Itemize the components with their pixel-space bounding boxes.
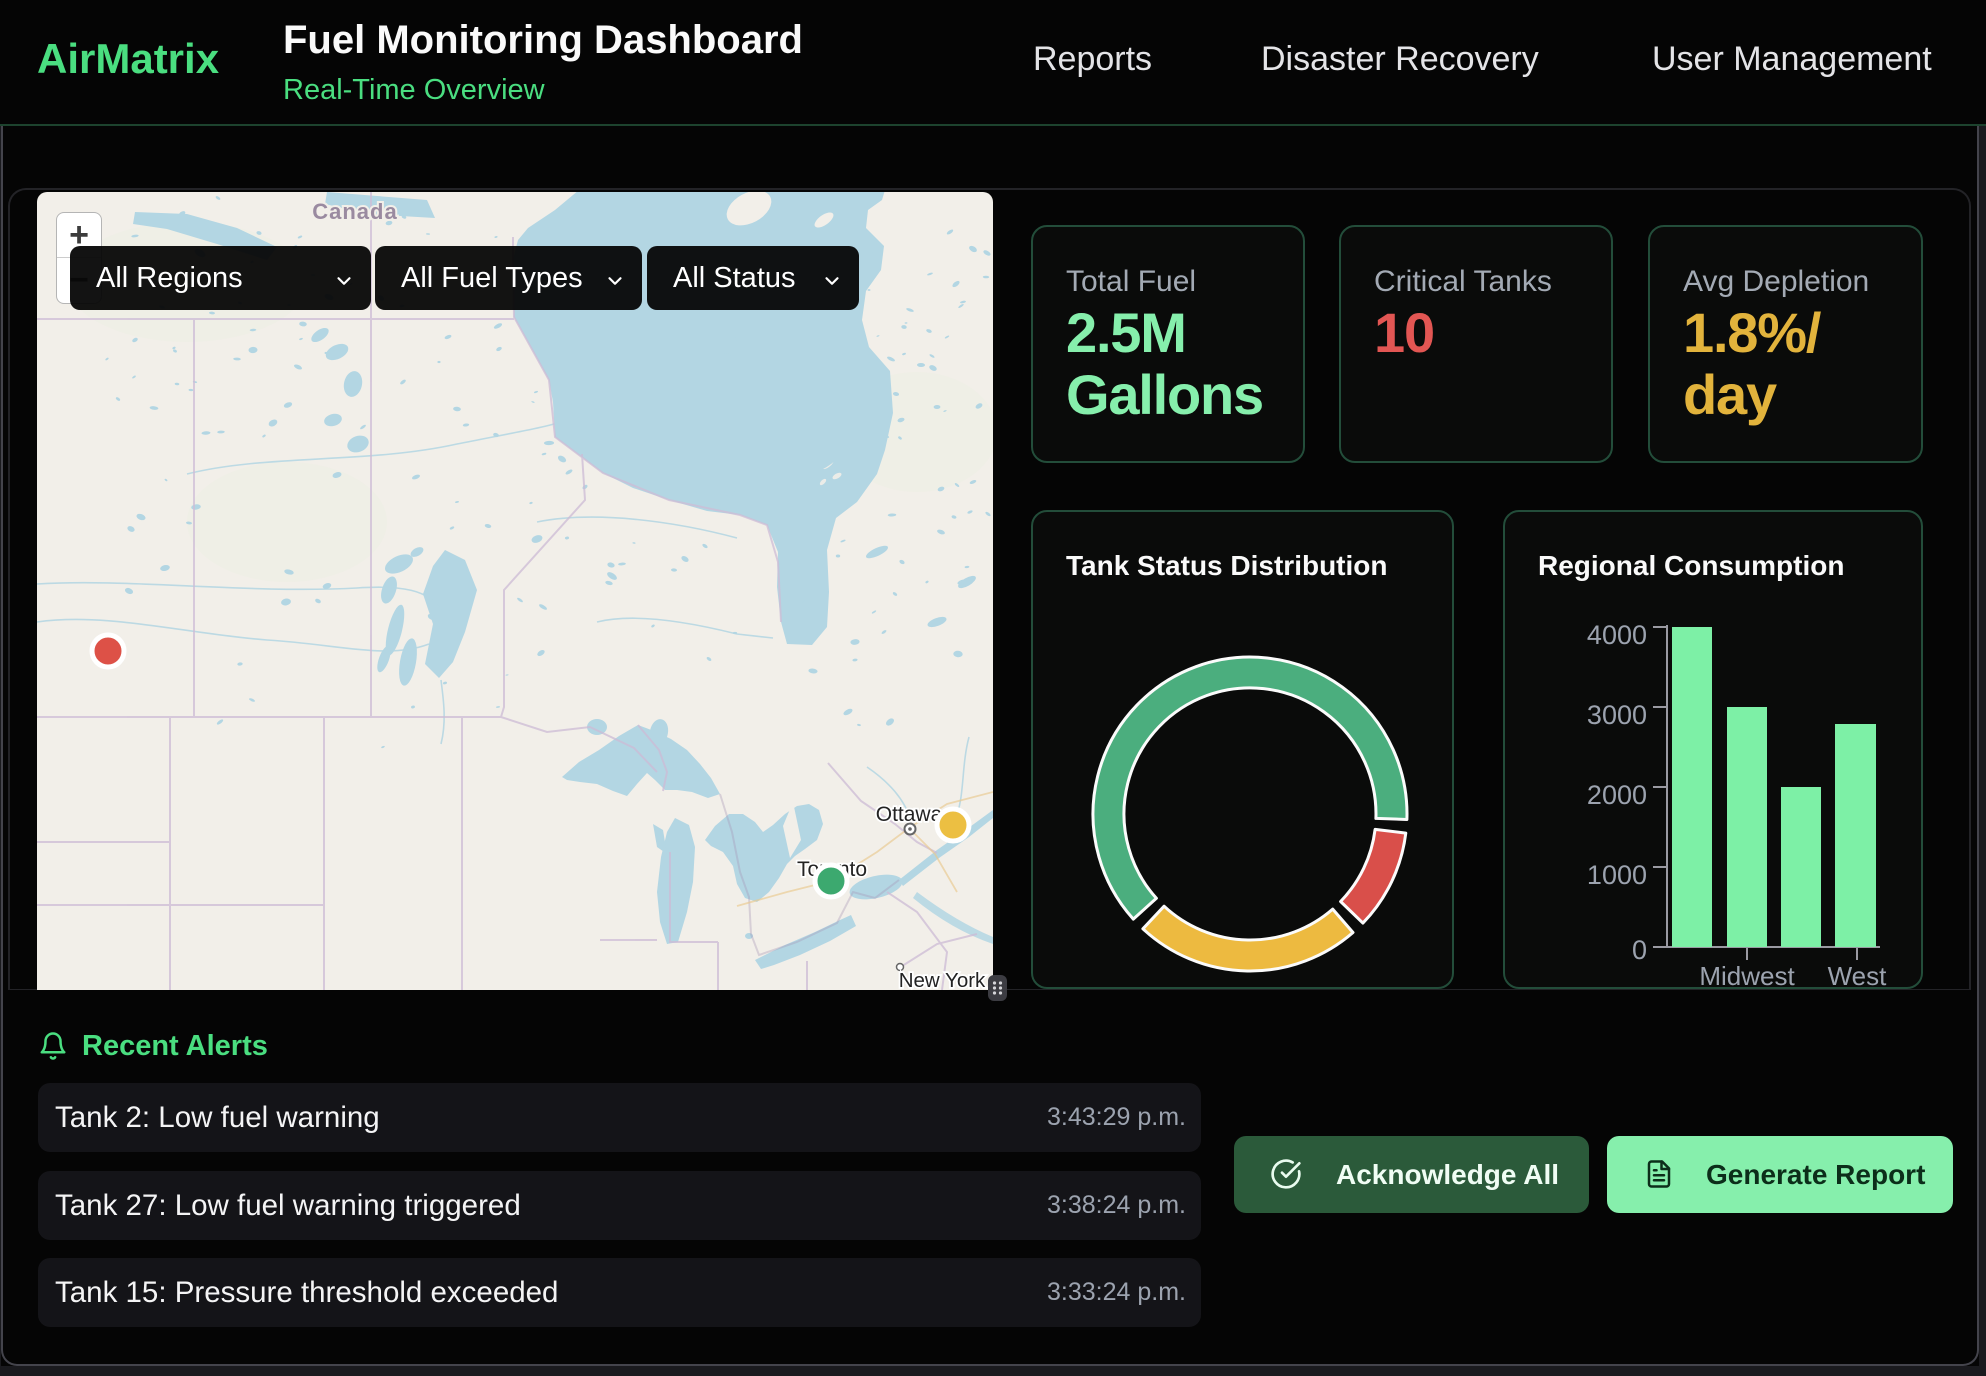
svg-text:New York: New York	[899, 969, 986, 990]
svg-text:4000: 4000	[1587, 620, 1647, 650]
svg-text:West: West	[1828, 961, 1888, 989]
svg-text:Midwest: Midwest	[1699, 961, 1795, 989]
svg-text:2000: 2000	[1587, 780, 1647, 810]
svg-text:Canada: Canada	[312, 199, 397, 224]
svg-text:1000: 1000	[1587, 860, 1647, 890]
svg-text:Ottawa: Ottawa	[876, 803, 943, 826]
svg-text:0: 0	[1632, 935, 1647, 965]
svg-text:3000: 3000	[1587, 700, 1647, 730]
